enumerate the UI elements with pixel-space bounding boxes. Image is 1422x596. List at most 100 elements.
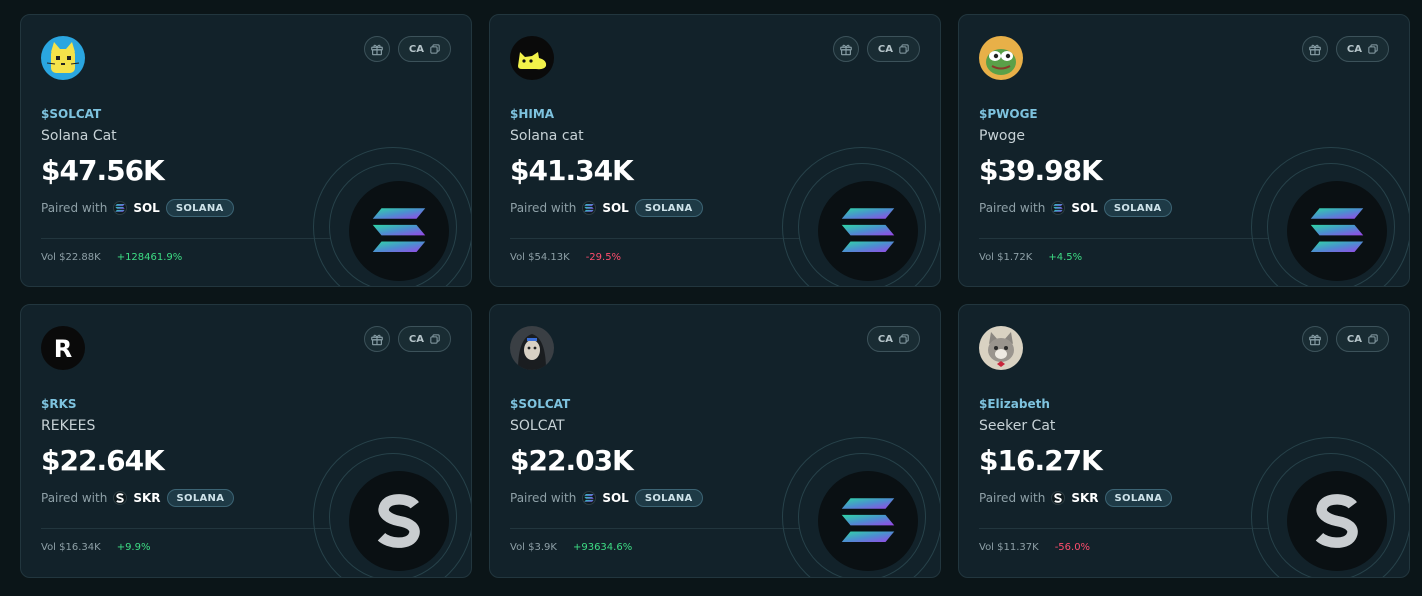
ca-label: CA — [408, 333, 424, 345]
card-actions: CA — [1301, 36, 1389, 62]
copy-contract-button[interactable]: CA — [866, 36, 920, 62]
rks-icon: R — [41, 326, 85, 370]
chain-badge: SOLANA — [165, 199, 234, 217]
volume-row: Vol $54.13K -29.5% — [510, 252, 621, 263]
pair-symbol: SOL — [602, 491, 629, 505]
gift-button[interactable] — [1301, 326, 1328, 352]
token-name: Seeker Cat — [979, 418, 1056, 434]
gift-icon — [1309, 44, 1321, 56]
paired-with-label: Paired with — [510, 491, 577, 505]
volume-value: Vol $54.13K — [510, 252, 570, 263]
token-name: Solana Cat — [41, 128, 117, 144]
copy-contract-button[interactable]: CA — [397, 36, 451, 62]
price-change: +4.5% — [1048, 252, 1083, 263]
paired-with: Paired with SKR SOLANA — [979, 489, 1173, 507]
gift-button[interactable] — [1301, 36, 1328, 62]
chain-badge: SOLANA — [166, 489, 235, 507]
copy-icon — [1368, 44, 1378, 54]
ca-label: CA — [1346, 43, 1362, 55]
ca-label: CA — [877, 43, 893, 55]
copy-icon — [1368, 334, 1378, 344]
market-cap: $16.27K — [979, 444, 1103, 477]
market-cap: $41.34K — [510, 154, 634, 187]
price-change: +128461.9% — [116, 252, 183, 263]
paired-with: Paired with SOL SOLANA — [979, 199, 1172, 217]
gift-icon — [1309, 334, 1321, 346]
price-change: +9.9% — [116, 542, 151, 553]
copy-icon — [430, 334, 440, 344]
token-ticker[interactable]: $RKS — [41, 397, 77, 411]
token-card-2[interactable]: CA $HIMA Solana cat $41.34K Paired with … — [489, 14, 941, 287]
volume-row: Vol $22.88K +128461.9% — [41, 252, 182, 263]
card-actions: CA — [866, 326, 920, 352]
divider — [41, 238, 331, 239]
ca-label: CA — [1346, 333, 1362, 345]
token-card-6[interactable]: CA $Elizabeth Seeker Cat $16.27K Paired … — [958, 304, 1410, 578]
solana-logo-icon — [818, 181, 918, 281]
price-change: -56.0% — [1054, 542, 1091, 553]
token-ticker[interactable]: $PWOGE — [979, 107, 1038, 121]
solana-logo-icon — [349, 181, 449, 281]
copy-contract-button[interactable]: CA — [1335, 326, 1389, 352]
volume-value: Vol $1.72K — [979, 252, 1033, 263]
gift-icon — [840, 44, 852, 56]
chain-badge: SOLANA — [634, 199, 703, 217]
paired-with-label: Paired with — [510, 201, 577, 215]
price-change: +93634.6% — [572, 542, 633, 553]
paired-with-label: Paired with — [979, 491, 1046, 505]
divider — [510, 238, 800, 239]
solcat-hooded-icon — [510, 326, 554, 370]
pwoge-icon — [979, 36, 1023, 80]
token-card-5[interactable]: CA $SOLCAT SOLCAT $22.03K Paired with SO… — [489, 304, 941, 578]
seeker-icon — [1051, 491, 1066, 505]
token-ticker[interactable]: $SOLCAT — [510, 397, 570, 411]
gift-icon — [371, 334, 383, 346]
market-cap: $47.56K — [41, 154, 165, 187]
volume-value: Vol $11.37K — [979, 542, 1039, 553]
token-ticker[interactable]: $HIMA — [510, 107, 554, 121]
solana-icon — [582, 201, 597, 215]
solana-logo-icon — [1287, 181, 1387, 281]
divider — [979, 528, 1269, 529]
token-name: Solana cat — [510, 128, 584, 144]
chain-badge: SOLANA — [1103, 199, 1172, 217]
token-ticker[interactable]: $Elizabeth — [979, 397, 1050, 411]
volume-value: Vol $22.88K — [41, 252, 101, 263]
gift-icon — [371, 44, 383, 56]
solana-icon — [1051, 201, 1066, 215]
copy-icon — [899, 334, 909, 344]
token-name: SOLCAT — [510, 418, 565, 434]
copy-icon — [899, 44, 909, 54]
token-name: Pwoge — [979, 128, 1025, 144]
divider — [979, 238, 1269, 239]
token-card-3[interactable]: CA $PWOGE Pwoge $39.98K Paired with SOL … — [958, 14, 1410, 287]
paired-with: Paired with SKR SOLANA — [41, 489, 235, 507]
token-ticker[interactable]: $SOLCAT — [41, 107, 101, 121]
paired-with-label: Paired with — [979, 201, 1046, 215]
gift-button[interactable] — [832, 36, 859, 62]
volume-value: Vol $16.34K — [41, 542, 101, 553]
token-card-1[interactable]: CA $SOLCAT Solana Cat $47.56K Paired wit… — [20, 14, 472, 287]
card-actions: CA — [363, 326, 451, 352]
copy-contract-button[interactable]: CA — [1335, 36, 1389, 62]
pair-symbol: SKR — [1071, 491, 1099, 505]
market-cap: $22.03K — [510, 444, 634, 477]
card-actions: CA — [832, 36, 920, 62]
volume-row: Vol $3.9K +93634.6% — [510, 542, 632, 553]
token-grid: CA $SOLCAT Solana Cat $47.56K Paired wit… — [20, 14, 1410, 578]
card-actions: CA — [1301, 326, 1389, 352]
token-name: REKEES — [41, 418, 96, 434]
paired-with-label: Paired with — [41, 201, 108, 215]
divider — [510, 528, 800, 529]
token-card-4[interactable]: R CA $RKS REKEES $22.64K Paired with SKR… — [20, 304, 472, 578]
gift-button[interactable] — [363, 36, 390, 62]
market-cap: $39.98K — [979, 154, 1103, 187]
solana-logo-icon — [818, 471, 918, 571]
copy-contract-button[interactable]: CA — [397, 326, 451, 352]
gift-button[interactable] — [363, 326, 390, 352]
card-actions: CA — [363, 36, 451, 62]
copy-contract-button[interactable]: CA — [866, 326, 920, 352]
paired-with: Paired with SOL SOLANA — [41, 199, 234, 217]
volume-row: Vol $16.34K +9.9% — [41, 542, 150, 553]
solana-icon — [113, 201, 128, 215]
